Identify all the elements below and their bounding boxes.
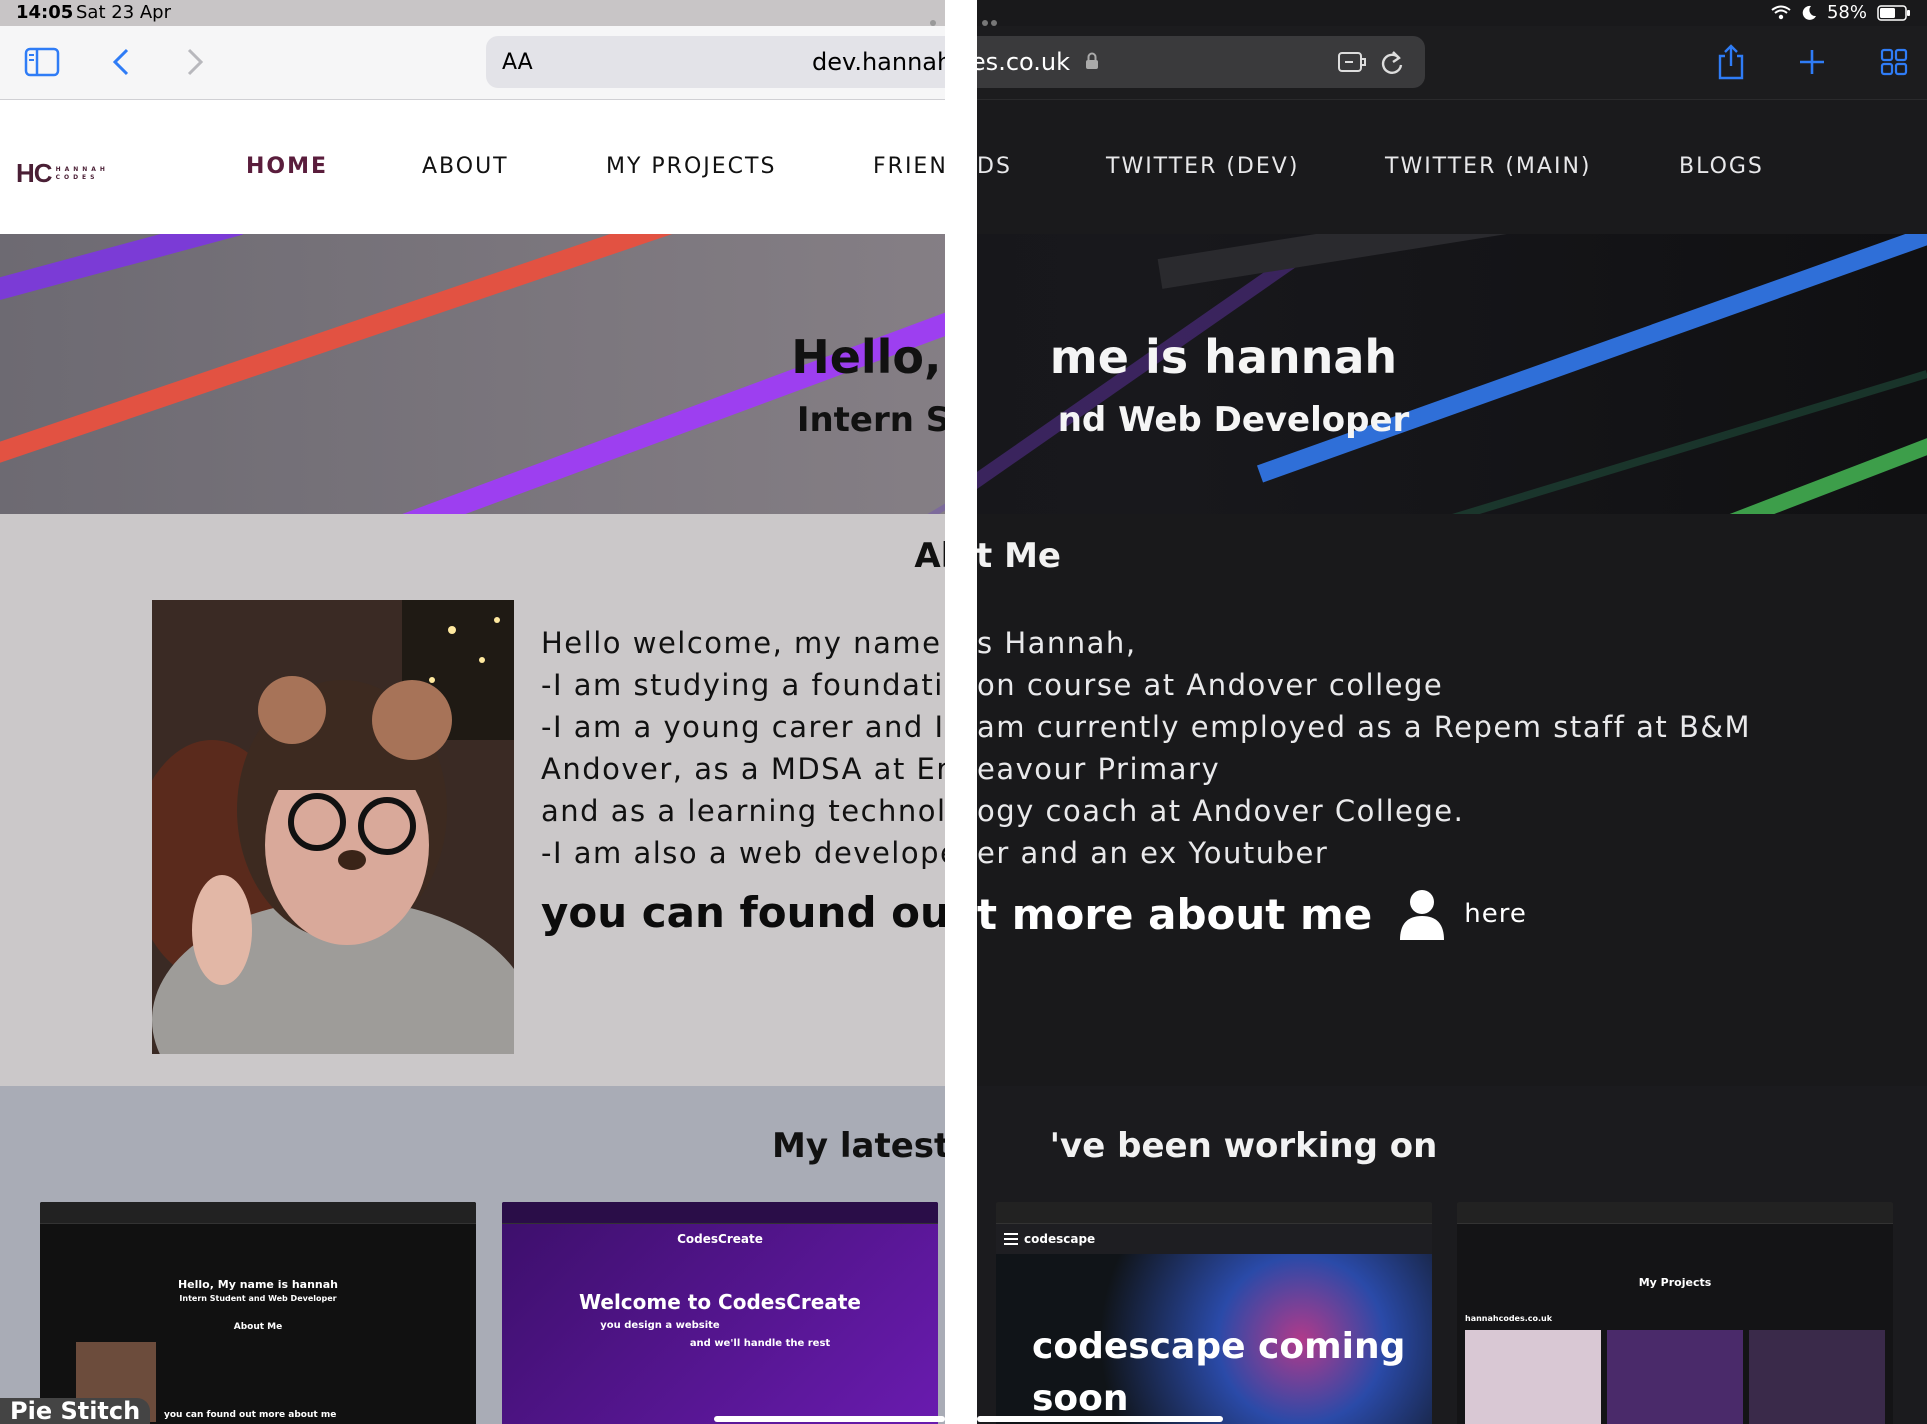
new-tab-button[interactable]	[1797, 44, 1827, 80]
url-text: odes.co.uk	[977, 48, 1071, 76]
nav-friends[interactable]: DS	[977, 154, 1012, 179]
logo-line-2: CODES	[55, 173, 99, 181]
about-line: Andover, as a MDSA at End	[541, 752, 945, 786]
hero-title: Hello, My nar	[791, 330, 945, 384]
grid-icon	[1880, 48, 1908, 76]
nav-home[interactable]: HOME	[246, 154, 328, 179]
project-card-codescape[interactable]: codescape codescape coming soon	[996, 1202, 1432, 1424]
about-line: ogy coach at Andover College.	[977, 794, 1465, 828]
project-card-my-projects[interactable]: My Projects hannahcodes.co.uk	[1457, 1202, 1893, 1424]
sidebar-toggle-button[interactable]	[22, 44, 62, 80]
projects-section: 've been working on codescape codescape …	[977, 1086, 1927, 1424]
moon-icon	[1802, 5, 1816, 20]
right-split-pane: 58% odes.co.uk DS TWITTER (DEV)	[977, 0, 1927, 1424]
about-line: -I am studying a foundatio	[541, 668, 945, 702]
nav-friends[interactable]: FRIEND	[873, 154, 945, 179]
about-section: t Me s Hannah, on course at Andover coll…	[977, 514, 1927, 1086]
about-heading: Abou	[914, 536, 945, 576]
user-icon[interactable]	[1398, 888, 1446, 940]
chevron-left-icon	[112, 48, 129, 76]
find-out-more: t more about me here	[977, 888, 1527, 940]
tab-overview-button[interactable]	[1879, 44, 1909, 80]
battery-percent: 58%	[1826, 2, 1867, 23]
project-card-dev-site[interactable]: Hello, My name is hannah Intern Student …	[40, 1202, 476, 1424]
card-thumb	[1749, 1330, 1885, 1424]
card-thumb	[1465, 1330, 1601, 1424]
logo-line-1: HANNAH	[55, 165, 109, 173]
about-text: Hello welcome, my name is -I am studying…	[541, 622, 945, 874]
split-view-divider[interactable]	[945, 0, 977, 1424]
pip-label[interactable]: Pie Stitch	[0, 1397, 151, 1424]
chevron-right-icon	[187, 48, 204, 76]
logo-initials: HC	[16, 158, 53, 188]
project-card-codescreate[interactable]: CodesCreate Welcome to CodesCreate you d…	[502, 1202, 938, 1424]
back-button[interactable]	[108, 44, 134, 80]
home-indicator[interactable]	[714, 1416, 945, 1422]
about-line: Hello welcome, my name is	[541, 626, 945, 660]
status-time: 14:05	[16, 2, 74, 23]
battery-icon	[1877, 4, 1910, 21]
address-bar[interactable]: odes.co.uk	[977, 36, 1425, 88]
hero-banner: Hello, My nar Intern Student ar	[0, 234, 945, 514]
browser-toolbar: AA dev.hannahc	[0, 26, 945, 100]
card-thumb	[1607, 1330, 1743, 1424]
about-heading: t Me	[977, 536, 1061, 576]
hero-subtitle: nd Web Developer	[1057, 400, 1410, 440]
about-section: Abou Hello	[0, 514, 945, 1086]
projects-section: My latest Projects, i Hello, My name is …	[0, 1086, 945, 1424]
about-line: eavour Primary	[977, 752, 1221, 786]
nav-about[interactable]: ABOUT	[422, 154, 509, 179]
projects-heading: My latest Projects, i	[772, 1126, 945, 1166]
about-line: er and an ex Youtuber	[977, 836, 1329, 870]
site-navbar: HC HANNAH CODES HOME ABOUT MY PROJECTS F…	[0, 100, 945, 234]
status-date: Sat 23 Apr	[76, 2, 172, 23]
projects-heading: 've been working on	[1049, 1126, 1438, 1166]
profile-photo	[152, 600, 514, 1054]
about-line: am currently employed as a Repem staff a…	[977, 710, 1751, 744]
site-navbar: DS TWITTER (DEV) TWITTER (MAIN) BLOGS	[977, 100, 1927, 234]
reload-icon[interactable]	[1379, 48, 1405, 76]
forward-button[interactable]	[182, 44, 208, 80]
sidebar-icon	[24, 47, 60, 77]
menu-icon	[1004, 1233, 1018, 1245]
share-icon	[1718, 44, 1744, 80]
wifi-icon	[1771, 5, 1791, 19]
about-line: -I am also a web develope	[541, 836, 945, 870]
hero-banner: me is hannah nd Web Developer	[977, 234, 1927, 514]
about-line: s Hannah,	[977, 626, 1137, 660]
nav-twitter-main[interactable]: TWITTER (MAIN)	[1385, 154, 1592, 179]
about-text: s Hannah, on course at Andover college a…	[977, 622, 1751, 874]
multitask-dots[interactable]	[930, 10, 945, 26]
nav-blogs[interactable]: BLOGS	[1679, 154, 1764, 179]
nav-twitter-dev[interactable]: TWITTER (DEV)	[1106, 154, 1299, 179]
lock-icon	[1086, 52, 1098, 69]
find-out-more: you can found out	[541, 888, 945, 937]
about-more-link[interactable]: here	[1464, 899, 1527, 929]
hero-title: me is hannah	[1049, 330, 1398, 384]
browser-toolbar: odes.co.uk	[977, 26, 1927, 100]
hero-subtitle: Intern Student ar	[796, 400, 945, 440]
extensions-icon[interactable]	[1337, 50, 1367, 74]
address-bar[interactable]: AA dev.hannahc	[486, 36, 945, 88]
about-line: on course at Andover college	[977, 668, 1444, 702]
about-line: and as a learning technolo	[541, 794, 945, 828]
status-bar: 14:05 Sat 23 Apr	[0, 0, 945, 26]
url-text: dev.hannahc	[812, 48, 945, 76]
nav-my-projects[interactable]: MY PROJECTS	[606, 154, 776, 179]
plus-icon	[1800, 50, 1824, 74]
status-bar: 58%	[977, 0, 1927, 26]
multitask-dots[interactable]	[982, 10, 1004, 26]
reader-aa-button[interactable]: AA	[502, 50, 533, 75]
home-indicator[interactable]	[977, 1416, 1223, 1422]
left-split-pane: 14:05 Sat 23 Apr AA dev.hannahc HC	[0, 0, 945, 1424]
site-logo[interactable]: HC HANNAH CODES	[16, 158, 109, 189]
share-button[interactable]	[1715, 44, 1747, 80]
about-line: -I am a young carer and I	[541, 710, 945, 744]
